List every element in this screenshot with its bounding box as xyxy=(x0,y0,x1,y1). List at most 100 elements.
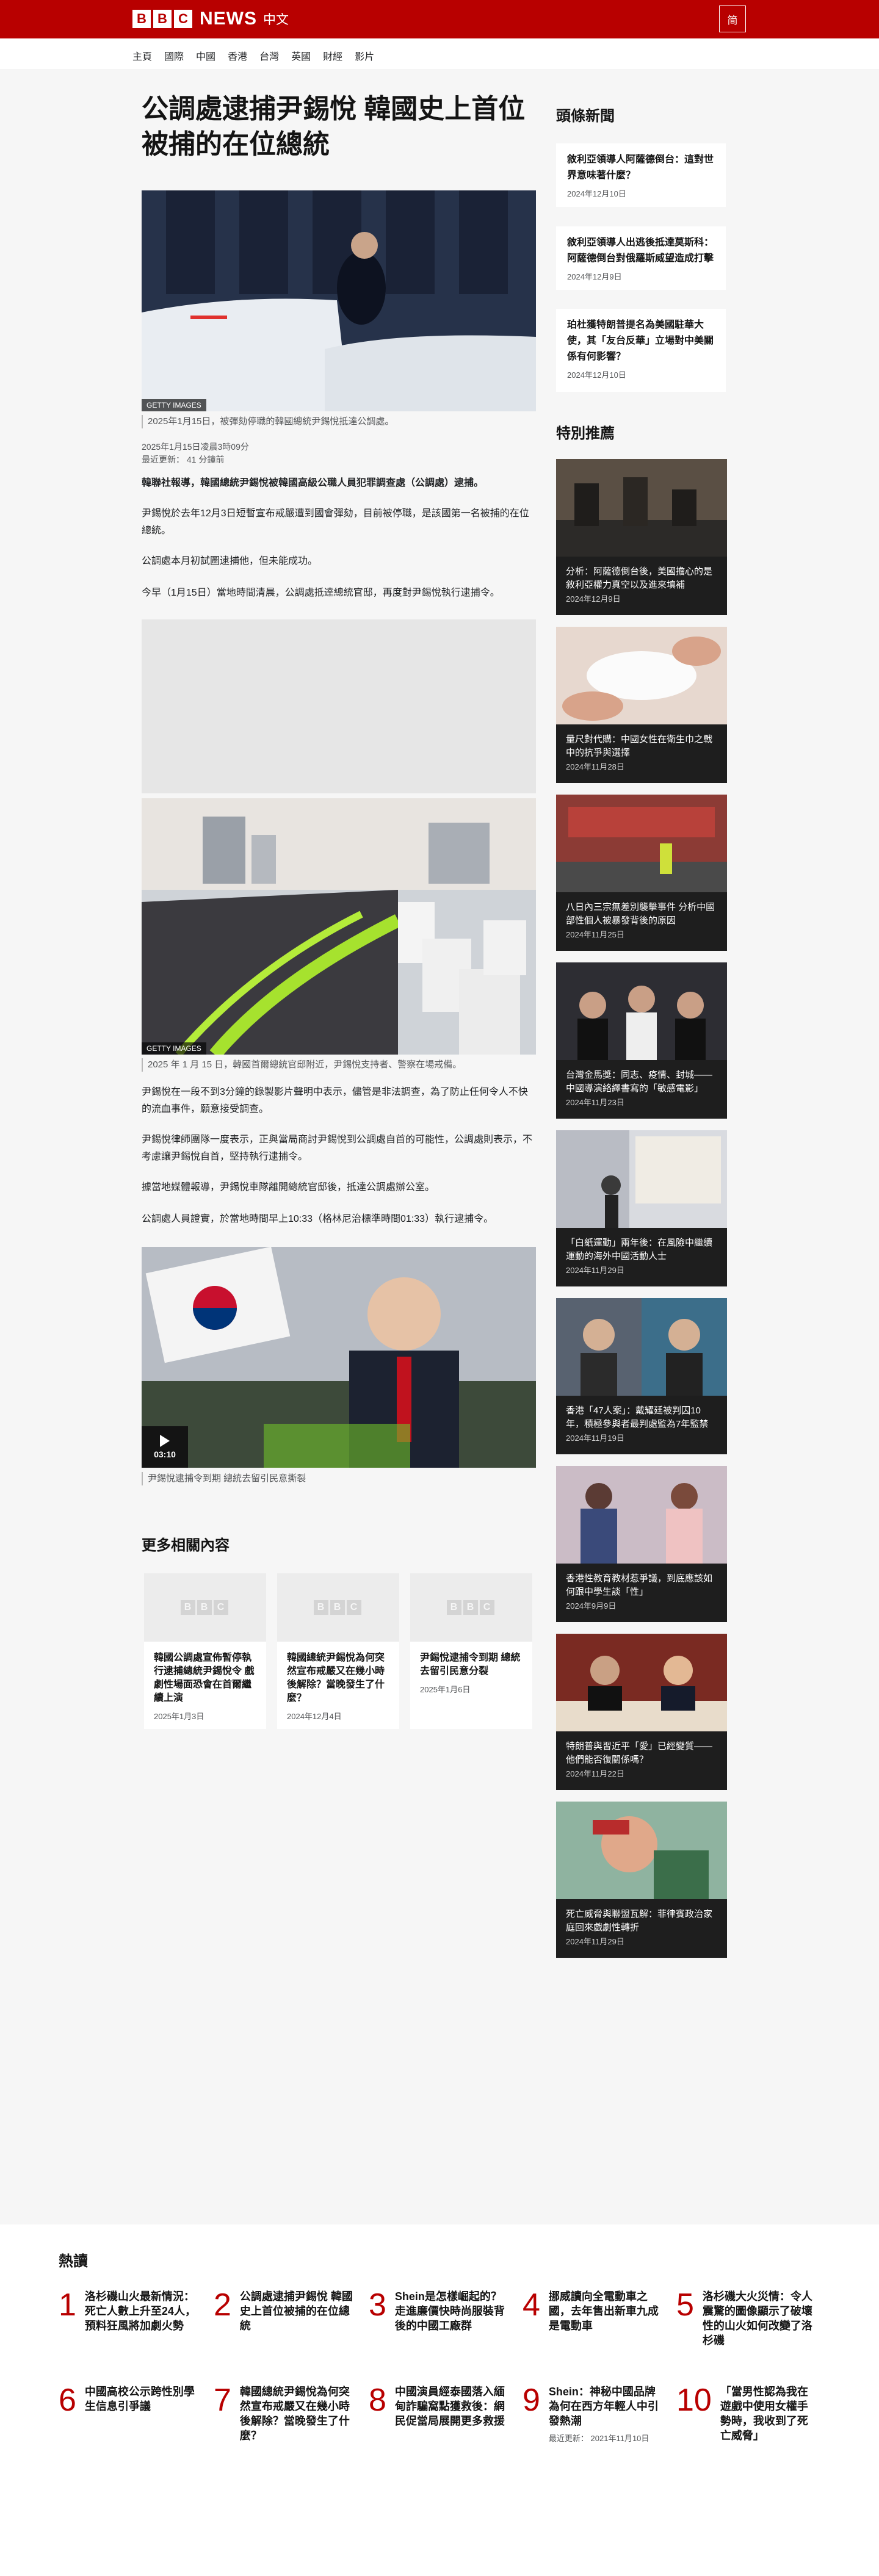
nav-item-business[interactable]: 財經 xyxy=(323,48,342,63)
popular-rank: 6 xyxy=(59,2383,76,2418)
popular-item[interactable]: 6 中國高校公示跨性別學生信息引爭議 xyxy=(59,2384,199,2416)
related-card[interactable]: BBC 尹錫悅逮捕令到期 總統去留引民意分裂 2025年1月6日 xyxy=(410,1573,532,1729)
top-story-title: 敘利亞領導人阿薩德倒台：這對世界意味著什麼？ xyxy=(567,154,714,181)
featured-image xyxy=(556,459,727,557)
featured-card[interactable]: 八日內三宗無差別襲擊事件 分析中國部性個人被暴發背後的原因 2024年11月25… xyxy=(556,795,727,951)
top-story-date: 2024年12月10日 xyxy=(567,370,626,380)
popular-rank: 10 xyxy=(676,2383,712,2418)
featured-card-title: 香港「47人案」：戴耀廷被判囚10年，積極參與者最判處監為7年監禁 xyxy=(566,1405,709,1429)
crowd-photo-illustration xyxy=(142,798,536,1055)
featured-card[interactable]: 死亡威脅與聯盟瓦解：菲律賓政治家庭回來戲劇性轉折 2024年11月29日 xyxy=(556,1802,727,1958)
article-paragraph: 尹錫悅律師團隊一度表示，正與當局商討尹錫悅到公調處自首的可能性，公調處則表示，不… xyxy=(142,1135,533,1162)
featured-card[interactable]: 台灣金馬獎：同志、疫情、封城——中國導演絡繹書寫的「敏感電影」 2024年11月… xyxy=(556,962,727,1119)
top-story-card[interactable]: 敘利亞領導人阿薩德倒台：這對世界意味著什麼？ 2024年12月10日 xyxy=(556,143,726,207)
nav-item-video[interactable]: 影片 xyxy=(355,48,374,63)
video-player[interactable]: 03:10 xyxy=(142,1247,536,1468)
bbc-placeholder-image: BBC xyxy=(410,1573,532,1642)
popular-rank: 5 xyxy=(676,2287,694,2323)
nav-list: 主頁 國際 中國 香港 台灣 英國 財經 影片 xyxy=(132,48,386,63)
nav-item-uk[interactable]: 英國 xyxy=(291,48,311,63)
article-paragraph: 公調處本月初試圖逮捕他，但未能成功。 xyxy=(142,556,318,566)
video-play-button[interactable]: 03:10 xyxy=(142,1426,188,1468)
nav-item-china[interactable]: 中國 xyxy=(196,48,215,63)
popular-date: 最近更新： 2021年11月10日 xyxy=(548,2434,649,2443)
popular-item[interactable]: 5 洛杉磯大火災情：令人震驚的圖像顯示了破壞性的山火如何改變了洛杉磯 xyxy=(676,2289,817,2348)
article-paragraph: 尹錫悅於去年12月3日短暫宣布戒嚴遭到國會彈劾，目前被停職，是該國第一名被捕的在… xyxy=(142,508,529,536)
popular-item[interactable]: 1 洛杉磯山火最新情況：死亡人數上升至24人，預料狂風將加劇火勢 xyxy=(59,2289,199,2333)
nav-item-home[interactable]: 主頁 xyxy=(132,48,152,63)
top-story-title: 敘利亞領導人出逃後抵達莫斯科：阿薩德倒台對俄羅斯威望造成打擊 xyxy=(567,237,714,264)
nav-bar: 主頁 國際 中國 香港 台灣 英國 財經 影片 xyxy=(0,38,879,70)
nav-item-hongkong[interactable]: 香港 xyxy=(228,48,247,63)
featured-card-date: 2024年11月29日 xyxy=(566,1937,624,1946)
logo-letter-b2: B xyxy=(153,10,172,28)
article-paragraph: 尹錫悅在一段不到3分鐘的錄製影片聲明中表示，儘管是非法調查，為了防止任何令人不快… xyxy=(142,1087,528,1114)
play-icon xyxy=(160,1435,170,1447)
featured-image xyxy=(556,1466,727,1564)
news-wordmark: NEWS xyxy=(200,9,257,29)
featured-card-date: 2024年9月9日 xyxy=(566,1601,617,1611)
popular-item[interactable]: 10 「當男性認為我在遊戲中使用女權手勢時，我收到了死亡威脅」 xyxy=(676,2384,817,2443)
popular-rank: 8 xyxy=(369,2383,386,2418)
popular-rank: 7 xyxy=(214,2383,231,2418)
article-paragraph: 公調處人員證實，於當地時間早上10:33（格林尼治標準時間01:33）執行逮捕令… xyxy=(142,1214,494,1224)
featured-card-title: 分析：阿薩德倒台後，美國擔心的是敘利亞權力真空以及進來填補 xyxy=(566,566,713,590)
top-stories-title: 頭條新聞 xyxy=(556,108,615,124)
updated-time: 最近更新： 41 分鐘前 xyxy=(142,455,225,464)
logo-letter-b1: B xyxy=(132,10,151,28)
related-card-title: 韓國公調處宣佈暫停執行逮捕總統尹錫悅令 戲劇性場面恐會在首爾繼續上演 xyxy=(154,1653,255,1703)
nav-item-world[interactable]: 國際 xyxy=(164,48,184,63)
popular-title: 中國高校公示跨性別學生信息引爭議 xyxy=(84,2386,195,2412)
nav-item-taiwan[interactable]: 台灣 xyxy=(259,48,279,63)
article-lead: 韓聯社報導，韓國總統尹錫悅被韓國高級公職人員犯罪調查處（公調處）逮捕。 xyxy=(142,478,484,488)
crowd-caption: 2025 年 1 月 15 日，韓國首爾總統官邸附近，尹錫悅支持者、警察在場戒備… xyxy=(142,1058,536,1072)
top-story-date: 2024年12月9日 xyxy=(567,272,622,281)
bbc-placeholder-image: BBC xyxy=(277,1573,399,1642)
simplified-chinese-toggle[interactable]: 简 xyxy=(719,5,746,32)
featured-image xyxy=(556,627,727,724)
video-caption: 尹錫悅逮捕令到期 總統去留引民意撕裂 xyxy=(142,1472,536,1485)
popular-title: 中國演員經泰國落入緬甸詐騙窩點獲救後：網民促當局展開更多救援 xyxy=(394,2386,505,2427)
featured-card[interactable]: 特朗普與習近平「愛」已經變質——他們能否復關係嗎？ 2024年11月22日 xyxy=(556,1634,727,1790)
featured-image xyxy=(556,795,727,892)
bbc-news-logo[interactable]: B B C NEWS 中文 xyxy=(132,9,289,29)
featured-card[interactable]: 香港「47人案」：戴耀廷被判囚10年，積極參與者最判處監為7年監禁 2024年1… xyxy=(556,1298,727,1454)
popular-item[interactable]: 7 韓國總統尹錫悅為何突然宣布戒嚴又在幾小時後解除？當晚發生了什麼？ xyxy=(214,2384,354,2443)
popular-title: 「當男性認為我在遊戲中使用女權手勢時，我收到了死亡威脅」 xyxy=(720,2386,808,2442)
featured-card-date: 2024年11月25日 xyxy=(566,930,624,939)
featured-image xyxy=(556,962,727,1060)
article-paragraph: 今早（1月15日）當地時間清晨，公調處抵達總統官邸，再度對尹錫悅執行逮捕令。 xyxy=(142,588,500,598)
popular-title: Shein是怎樣崛起的？走進廉價快時尚服裝背後的中國工廠群 xyxy=(394,2290,505,2332)
popular-item[interactable]: 3 Shein是怎樣崛起的？走進廉價快時尚服裝背後的中國工廠群 xyxy=(369,2289,509,2333)
featured-card-title: 量尺對代購：中國女性在衛生巾之戰中的抗爭與選擇 xyxy=(566,734,713,758)
popular-title: Shein：神秘中國品牌為何在西方年輕人中引發熱潮 xyxy=(548,2386,659,2427)
featured-card-title: 八日內三宗無差別襲擊事件 分析中國部性個人被暴發背後的原因 xyxy=(566,902,715,926)
crowd-image: GETTY IMAGES xyxy=(142,798,536,1055)
popular-rank: 4 xyxy=(523,2287,540,2323)
article-paragraph: 據當地媒體報導，尹錫悅車隊離開總統官邸後，抵達公調處辦公室。 xyxy=(142,1182,435,1192)
featured-card-title: 特朗普與習近平「愛」已經變質——他們能否復關係嗎？ xyxy=(566,1741,713,1765)
most-popular-title: 熱讀 xyxy=(59,2253,88,2270)
related-card[interactable]: BBC 韓國公調處宣佈暫停執行逮捕總統尹錫悅令 戲劇性場面恐會在首爾繼續上演 2… xyxy=(144,1573,266,1729)
popular-item[interactable]: 2 公調處逮捕尹錫悅 韓國史上首位被捕的在位總統 xyxy=(214,2289,354,2333)
popular-item[interactable]: 4 挪威讀向全電動車之國，去年售出新車九成是電動車 xyxy=(523,2289,663,2333)
popular-item[interactable]: 8 中國演員經泰國落入緬甸詐騙窩點獲救後：網民促當局展開更多救援 xyxy=(369,2384,509,2428)
featured-card[interactable]: 量尺對代購：中國女性在衛生巾之戰中的抗爭與選擇 2024年11月28日 xyxy=(556,627,727,783)
video-duration: 03:10 xyxy=(154,1449,176,1459)
featured-card[interactable]: 香港性教育教材惹爭議，到底應該如何跟中學生談「性」 2024年9月9日 xyxy=(556,1466,727,1622)
top-story-card[interactable]: 敘利亞領導人出逃後抵達莫斯科：阿薩德倒台對俄羅斯威望造成打擊 2024年12月9… xyxy=(556,226,726,290)
top-story-date: 2024年12月10日 xyxy=(567,189,626,198)
popular-item[interactable]: 9 Shein：神秘中國品牌為何在西方年輕人中引發熱潮 最近更新： 2021年1… xyxy=(523,2384,663,2444)
featured-card-date: 2024年11月22日 xyxy=(566,1769,624,1778)
video-thumbnail-illustration xyxy=(142,1247,536,1468)
related-card[interactable]: BBC 韓國總統尹錫悅為何突然宣布戒嚴又在幾小時後解除？當晚發生了什麼？ 202… xyxy=(277,1573,399,1729)
hero-credit: GETTY IMAGES xyxy=(142,399,206,411)
hero-image: GETTY IMAGES xyxy=(142,190,536,411)
featured-card[interactable]: 「白紙運動」兩年後：在風險中繼續運動的海外中國活動人士 2024年11月29日 xyxy=(556,1130,727,1286)
top-story-card[interactable]: 珀杜獲特朗普提名為美國駐華大使，其「友台反華」立場對中美關係有何影響？ 2024… xyxy=(556,309,726,392)
related-card-title: 尹錫悅逮捕令到期 總統去留引民意分裂 xyxy=(420,1653,521,1676)
featured-card[interactable]: 分析：阿薩德倒台後，美國擔心的是敘利亞權力真空以及進來填補 2024年12月9日 xyxy=(556,459,727,615)
related-card-date: 2024年12月4日 xyxy=(287,1712,342,1721)
advertisement-placeholder xyxy=(142,619,536,793)
popular-title: 公調處逮捕尹錫悅 韓國史上首位被捕的在位總統 xyxy=(239,2290,353,2332)
